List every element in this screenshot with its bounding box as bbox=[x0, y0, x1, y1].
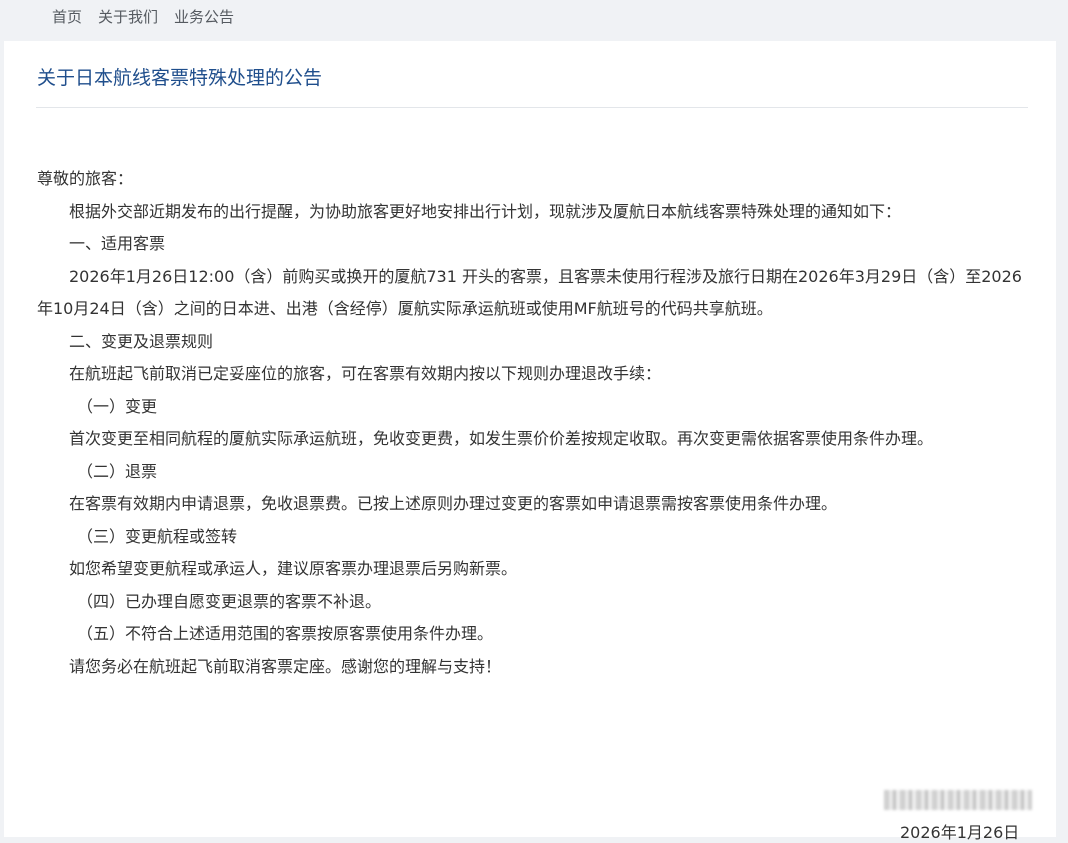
top-navigation: 首页 关于我们 业务公告 bbox=[0, 0, 1068, 32]
closing-paragraph: 请您务必在航班起飞前取消客票定座。感谢您的理解与支持！ bbox=[69, 656, 502, 676]
nav-about-link[interactable]: 关于我们 bbox=[98, 6, 158, 27]
section-heading-applicable: 一、适用客票 bbox=[69, 234, 166, 253]
notice-title: 关于日本航线客票特殊处理的公告 bbox=[37, 67, 323, 89]
change-paragraph: 首次变更至相同航程的厦航实际承运航班，免收变更费，如发生票价价差按规定收取。再次… bbox=[69, 429, 934, 448]
subheading-out-of-scope: （五）不符合上述适用范围的客票按原客票使用条件办理。 bbox=[77, 624, 494, 643]
nav-announcements-link[interactable]: 业务公告 bbox=[174, 6, 234, 27]
notice-body: 尊敬的旅客： 根据外交部近期发布的出行提醒，为协助旅客更好地安排出行计划，现就涉… bbox=[37, 163, 1032, 683]
notice-card: 关于日本航线客票特殊处理的公告 尊敬的旅客： 根据外交部近期发布的出行提醒，为协… bbox=[4, 41, 1056, 842]
refund-paragraph: 在客票有效期内申请退票，免收退票费。已按上述原则办理过变更的客票如申请退票需按客… bbox=[69, 494, 838, 513]
intro-paragraph: 根据外交部近期发布的出行提醒，为协助旅客更好地安排出行计划，现就涉及厦航日本航线… bbox=[69, 201, 902, 221]
blurred-signature bbox=[884, 790, 1032, 810]
applicable-tickets-paragraph: 2026年1月26日12:00（含）前购买或换开的厦航731 开头的客票，且客票… bbox=[37, 266, 1022, 319]
reroute-paragraph: 如您希望变更航程或承运人，建议原客票办理退票后另购新票。 bbox=[69, 559, 518, 578]
rules-intro-paragraph: 在航班起飞前取消已定妥座位的旅客，可在客票有效期内按以下规则办理退改手续： bbox=[69, 364, 662, 383]
subheading-refund: （二）退票 bbox=[77, 461, 158, 481]
nav-home-link[interactable]: 首页 bbox=[52, 6, 82, 27]
subheading-reroute: （三）变更航程或签转 bbox=[77, 526, 238, 546]
subheading-voluntary: （四）已办理自愿变更退票的客票不补退。 bbox=[77, 591, 382, 611]
notice-date: 2026年1月26日 bbox=[900, 823, 1020, 842]
title-divider bbox=[36, 107, 1028, 108]
subheading-change: （一）变更 bbox=[77, 396, 158, 416]
section-heading-rules: 二、变更及退票规则 bbox=[69, 331, 214, 351]
greeting: 尊敬的旅客： bbox=[37, 169, 134, 188]
